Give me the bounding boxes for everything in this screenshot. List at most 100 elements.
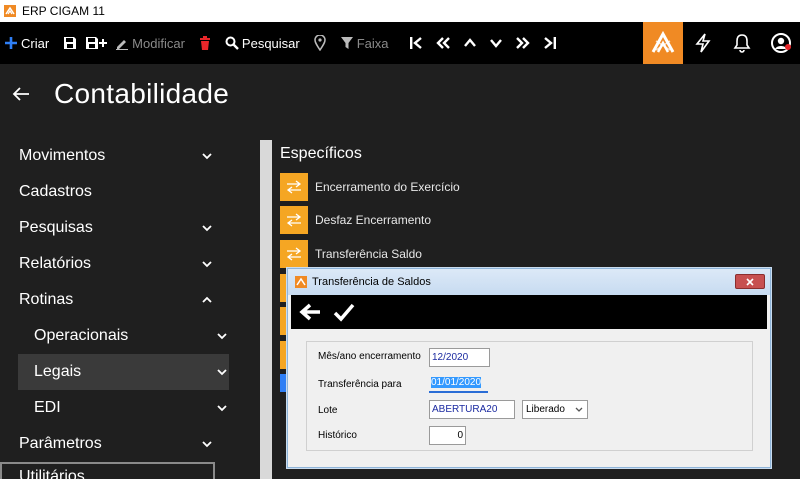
dialog-back-button[interactable] bbox=[295, 297, 325, 327]
sidebar-item-edi[interactable]: EDI bbox=[0, 390, 240, 426]
sidebar-item-label: EDI bbox=[34, 399, 61, 416]
lote-label: Lote bbox=[318, 405, 338, 416]
chevron-down-icon bbox=[202, 225, 212, 232]
home-button[interactable] bbox=[643, 22, 683, 64]
transferencia-saldos-dialog: Transferência de Saldos Mês/ano encerram… bbox=[287, 268, 771, 468]
chevron-up-icon bbox=[463, 38, 476, 47]
criar-button[interactable]: Criar bbox=[0, 22, 53, 64]
content-scrollbar[interactable] bbox=[260, 140, 272, 479]
historico-label: Histórico bbox=[318, 430, 357, 441]
sidebar-item-label: Movimentos bbox=[19, 147, 106, 164]
especificos-item-label: Desfaz Encerramento bbox=[315, 213, 432, 227]
previous-record-button[interactable] bbox=[457, 22, 483, 64]
trash-icon bbox=[199, 36, 210, 50]
arrow-left-icon[interactable] bbox=[12, 84, 32, 104]
save-button[interactable] bbox=[59, 22, 81, 64]
sidebar-item-pesquisas[interactable]: Pesquisas bbox=[0, 210, 240, 246]
chevron-down-icon bbox=[575, 407, 583, 412]
lightning-icon bbox=[694, 33, 711, 53]
especificos-title: Específicos bbox=[280, 145, 362, 162]
dialog-toolbar bbox=[291, 295, 767, 329]
sidebar-nav: Movimentos Cadastros Pesquisas Relatório… bbox=[0, 138, 240, 479]
mes-ano-label: Mês/ano encerramento bbox=[318, 351, 421, 362]
skip-first-icon bbox=[409, 37, 422, 49]
location-button[interactable] bbox=[310, 22, 330, 64]
modificar-button[interactable]: Modificar bbox=[111, 22, 189, 64]
sidebar-item-cadastros[interactable]: Cadastros bbox=[0, 174, 240, 210]
search-icon bbox=[225, 36, 239, 50]
transferencia-para-input[interactable]: 01/01/2020 bbox=[429, 374, 488, 393]
especificos-item-hidden bbox=[280, 307, 286, 335]
dialog-confirm-button[interactable] bbox=[329, 297, 359, 327]
sidebar-item-label: Parâmetros bbox=[19, 435, 102, 452]
especificos-item-desfaz[interactable]: Desfaz Encerramento bbox=[280, 206, 431, 234]
save-plus-icon bbox=[86, 37, 108, 49]
pesquisar-button[interactable]: Pesquisar bbox=[221, 22, 304, 64]
sidebar-item-movimentos[interactable]: Movimentos bbox=[0, 138, 240, 174]
sidebar-item-label: Legais bbox=[34, 363, 82, 380]
sidebar-item-label: Pesquisas bbox=[19, 219, 93, 236]
faixa-button[interactable]: Faixa bbox=[336, 22, 393, 64]
sidebar-item-label: Rotinas bbox=[19, 291, 74, 308]
window-titlebar: ERP CIGAM 11 bbox=[0, 0, 800, 22]
map-pin-icon bbox=[313, 35, 326, 51]
especificos-item-label: Transferência Saldo bbox=[315, 247, 422, 261]
delete-button[interactable] bbox=[195, 22, 215, 64]
checkmark-icon bbox=[333, 303, 355, 322]
sidebar-item-utilitarios[interactable]: Utilitários bbox=[0, 462, 215, 479]
chevron-down-icon bbox=[202, 153, 212, 160]
notifications-button[interactable] bbox=[722, 22, 761, 64]
dialog-close-button[interactable] bbox=[735, 274, 765, 289]
dialog-title: Transferência de Saldos bbox=[312, 276, 431, 288]
sidebar-item-label: Relatórios bbox=[19, 255, 92, 272]
chevron-down-icon bbox=[217, 405, 227, 412]
lote-status-select[interactable]: Liberado bbox=[522, 400, 588, 419]
chevron-down-icon bbox=[202, 441, 212, 448]
sidebar-item-rotinas[interactable]: Rotinas bbox=[0, 282, 240, 318]
sidebar-item-label: Operacionais bbox=[34, 327, 129, 344]
user-avatar-icon bbox=[770, 33, 791, 53]
double-chevron-left-icon bbox=[435, 37, 450, 49]
especificos-item-hidden bbox=[280, 374, 286, 392]
modificar-label: Modificar bbox=[132, 35, 185, 51]
filter-icon bbox=[340, 37, 353, 49]
transferencia-para-label: Transferência para bbox=[318, 379, 402, 390]
next-record-button[interactable] bbox=[483, 22, 509, 64]
cigam-logo-icon bbox=[4, 5, 16, 17]
cigam-home-icon bbox=[651, 30, 675, 53]
bell-icon bbox=[733, 34, 750, 53]
sidebar-item-label: Utilitários bbox=[19, 468, 85, 479]
pesquisar-label: Pesquisar bbox=[241, 35, 300, 51]
user-profile-button[interactable] bbox=[761, 22, 800, 64]
chevron-down-icon bbox=[217, 333, 227, 340]
especificos-item-label: Encerramento do Exercício bbox=[315, 180, 460, 194]
dialog-form: Mês/ano encerramento Transferência para … bbox=[306, 341, 753, 451]
historico-input[interactable] bbox=[429, 426, 466, 445]
skip-last-icon bbox=[543, 37, 556, 49]
especificos-item-transferencia[interactable]: Transferência Saldo bbox=[280, 240, 422, 268]
page-title: Contabilidade bbox=[54, 78, 230, 109]
page-header: Contabilidade bbox=[0, 64, 800, 124]
previous-page-button[interactable] bbox=[429, 22, 457, 64]
transferencia-para-value: 01/01/2020 bbox=[431, 377, 482, 388]
sidebar-item-parametros[interactable]: Parâmetros bbox=[0, 426, 240, 462]
especificos-item-encerramento[interactable]: Encerramento do Exercício bbox=[280, 173, 460, 201]
sidebar-item-relatorios[interactable]: Relatórios bbox=[0, 246, 240, 282]
transfer-arrows-icon bbox=[280, 173, 308, 201]
double-chevron-right-icon bbox=[515, 37, 530, 49]
mes-ano-input[interactable] bbox=[429, 348, 490, 367]
sidebar-item-operacionais[interactable]: Operacionais bbox=[0, 318, 240, 354]
last-record-button[interactable] bbox=[537, 22, 563, 64]
first-record-button[interactable] bbox=[403, 22, 429, 64]
chevron-down-icon bbox=[217, 369, 227, 376]
close-icon bbox=[746, 277, 754, 286]
next-page-button[interactable] bbox=[509, 22, 537, 64]
pencil-icon bbox=[116, 40, 129, 50]
sidebar-item-legais[interactable]: Legais bbox=[18, 354, 229, 390]
save-new-button[interactable] bbox=[81, 22, 111, 64]
dialog-titlebar: Transferência de Saldos bbox=[288, 269, 770, 295]
lote-input[interactable] bbox=[429, 400, 515, 419]
transfer-arrows-icon bbox=[280, 206, 308, 234]
quick-actions-button[interactable] bbox=[683, 22, 722, 64]
criar-label: Criar bbox=[21, 35, 50, 51]
